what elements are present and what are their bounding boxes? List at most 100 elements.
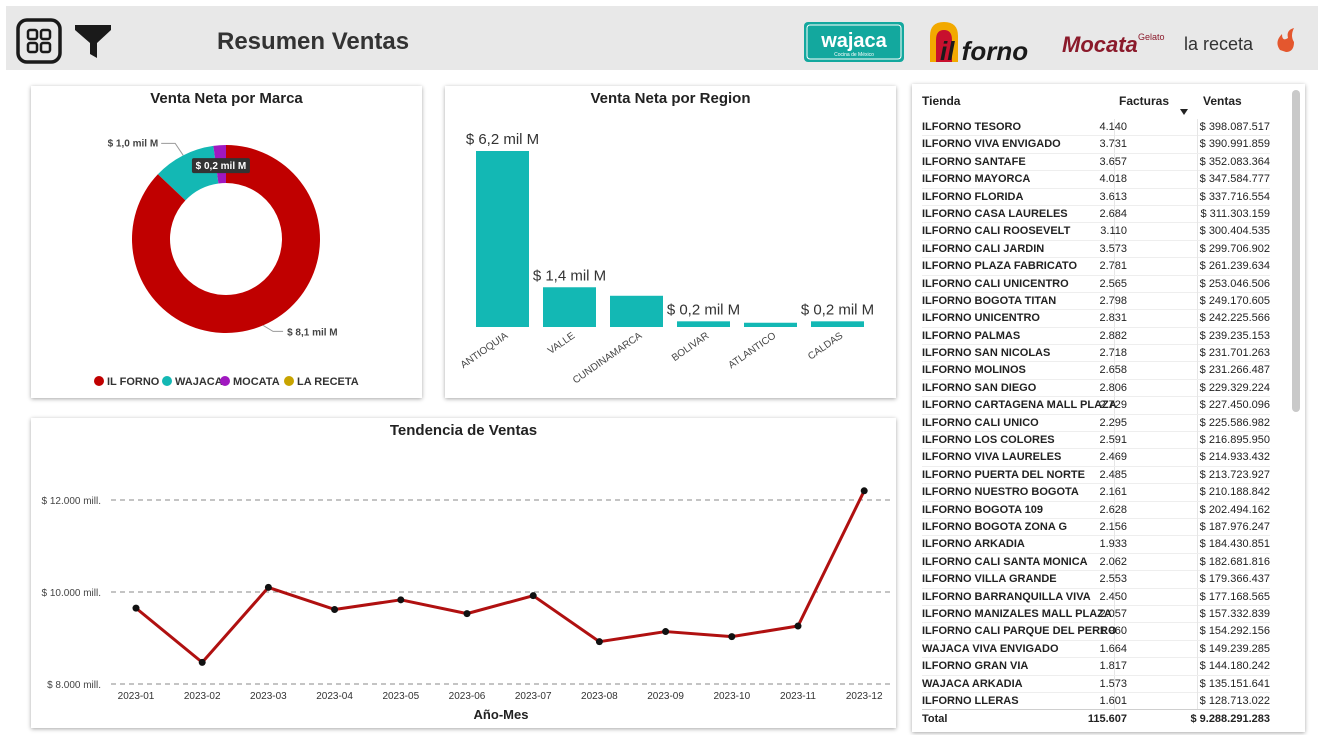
table-row[interactable]: ILFORNO BOGOTA TITAN 2.798 $ 249.170.605	[922, 292, 1270, 311]
cell-tienda: ILFORNO MAYORCA	[922, 173, 1031, 186]
cell-ventas: $ 253.046.506	[1199, 277, 1270, 290]
cell-facturas: 2.628	[1099, 503, 1127, 516]
cell-ventas: $ 214.933.432	[1199, 451, 1270, 464]
table-row[interactable]: ILFORNO NUESTRO BOGOTA 2.161 $ 210.188.842	[922, 484, 1270, 502]
cell-tienda: ILFORNO CALI PARQUE DEL PERRO	[922, 625, 1117, 638]
data-point-2023-02[interactable]	[198, 658, 206, 666]
table-row[interactable]: WAJACA ARKADIA 1.573 $ 135.151.641	[922, 675, 1270, 693]
brand-donut-chart[interactable]: $ 8,1 mil M $ 1,0 mil M $ 0,2 mil M IL FORN…	[31, 86, 422, 398]
legend-label-wajaca[interactable]: WAJACA	[175, 376, 223, 388]
table-row[interactable]: ILFORNO SAN NICOLAS 2.718 $ 231.701.263	[922, 345, 1270, 363]
data-point-2023-09[interactable]	[662, 628, 670, 636]
data-point-2023-10[interactable]	[728, 633, 736, 641]
table-row[interactable]: ILFORNO MANIZALES MALL PLAZA 2.057 $ 157.3…	[922, 605, 1270, 624]
data-point-2023-05[interactable]	[397, 596, 405, 604]
table-row[interactable]: ILFORNO BARRANQUILLA VIVA 2.450 $ 177.168.…	[922, 588, 1270, 606]
table-row[interactable]: ILFORNO CARTAGENA MALL PLAZA 2.729 $ 227.4…	[922, 397, 1270, 415]
table-row[interactable]: ILFORNO LOS COLORES 2.591 $ 216.895.950	[922, 432, 1270, 450]
table-row[interactable]: ILFORNO PALMAS 2.882 $ 239.235.153	[922, 327, 1270, 346]
table-row[interactable]: ILFORNO PUERTA DEL NORTE 2.485 $ 213.723.9…	[922, 466, 1270, 485]
bar-bolivar[interactable]	[677, 321, 730, 327]
table-row[interactable]: ILFORNO LLERAS 1.601 $ 128.713.022	[922, 692, 1270, 711]
cell-facturas: 2.718	[1099, 347, 1127, 360]
data-point-2023-08[interactable]	[595, 638, 603, 646]
data-point-2023-07[interactable]	[529, 592, 537, 600]
bar-antioquia[interactable]	[476, 151, 529, 327]
x-tick-antioquia: ANTIOQUIA	[459, 330, 511, 371]
table-row[interactable]: ILFORNO TESORO 4.140 $ 398.087.517	[922, 119, 1270, 137]
cell-ventas: $ 157.332.839	[1199, 607, 1270, 620]
bar-value-label-caldas: $ 0,2 mil M	[801, 301, 874, 318]
bar-atlantico[interactable]	[744, 322, 797, 327]
table-row[interactable]: ILFORNO MAYORCA 4.018 $ 347.584.777	[922, 171, 1270, 189]
cell-tienda: ILFORNO SANTAFE	[922, 155, 1026, 168]
table-row[interactable]: WAJACA VIVA ENVIGADO 1.664 $ 149.239.285	[922, 640, 1270, 659]
slice-label-wajaca: $ 1,0 mil M	[108, 138, 159, 149]
x-tick-atlantico: ATLANTICO	[727, 330, 779, 371]
data-point-2023-03[interactable]	[264, 583, 272, 591]
data-point-2023-01[interactable]	[132, 604, 140, 612]
wajaca-logo[interactable]: wajaca Cocina de México	[804, 20, 904, 64]
table-row[interactable]: ILFORNO CASA LAURELES 2.684 $ 311.303.159	[922, 205, 1270, 224]
table-row[interactable]: ILFORNO CALI UNICENTRO 2.565 $ 253.046.506	[922, 275, 1270, 293]
table-row[interactable]: ILFORNO PLAZA FABRICATO 2.781 $ 261.239.63…	[922, 258, 1270, 276]
table-row[interactable]: ILFORNO CALI SANTA MONICA 2.062 $ 182.681.…	[922, 553, 1270, 572]
cell-facturas: 3.731	[1099, 138, 1127, 151]
table-row[interactable]: ILFORNO BOGOTA ZONA G 2.156 $ 187.976.247	[922, 518, 1270, 537]
cell-ventas: $ 227.450.096	[1199, 399, 1270, 412]
trend-line-chart[interactable]: $ 12.000 mill. $ 10.000 mill. $ 8.000 mill…	[31, 418, 896, 728]
col-header-tienda[interactable]: Tienda	[922, 94, 960, 108]
filter-icon	[75, 25, 111, 58]
table-row[interactable]: ILFORNO SANTAFE 3.657 $ 352.083.364	[922, 153, 1270, 172]
cell-tienda: ILFORNO LOS COLORES	[922, 434, 1055, 447]
legend-label-mocata[interactable]: MOCATA	[233, 376, 280, 388]
table-row[interactable]: ILFORNO ARKADIA 1.933 $ 184.430.851	[922, 536, 1270, 554]
visual-grid-button[interactable]	[16, 18, 62, 64]
table-row[interactable]: ILFORNO VILLA GRANDE 2.553 $ 179.366.437	[922, 571, 1270, 589]
cell-tienda: ILFORNO CALI JARDIN	[922, 242, 1045, 255]
data-point-2023-06[interactable]	[463, 610, 471, 618]
data-point-2023-04[interactable]	[331, 605, 339, 613]
legend-label-il-forno[interactable]: IL FORNO	[107, 376, 160, 388]
cell-ventas: $ 128.713.022	[1199, 694, 1270, 707]
il-forno-logo[interactable]: il forno	[926, 20, 1038, 64]
data-point-2023-12[interactable]	[860, 487, 868, 495]
bar-caldas[interactable]	[811, 321, 864, 327]
cell-ventas: $ 231.701.263	[1199, 347, 1270, 360]
la-receta-logo[interactable]: la receta	[1182, 20, 1300, 64]
table-row[interactable]: ILFORNO CALI UNICO 2.295 $ 225.586.982	[922, 414, 1270, 433]
table-row[interactable]: ILFORNO UNICENTRO 2.831 $ 242.225.566	[922, 310, 1270, 328]
col-header-ventas[interactable]: Ventas	[1203, 94, 1242, 108]
cell-ventas: $ 337.716.554	[1199, 190, 1270, 203]
data-point-2023-11[interactable]	[794, 622, 802, 630]
table-row[interactable]: ILFORNO CALI JARDIN 3.573 $ 299.706.902	[922, 240, 1270, 259]
table-row[interactable]: ILFORNO CALI PARQUE DEL PERRO 1.960 $ 154.…	[922, 623, 1270, 641]
trend-line[interactable]	[135, 490, 866, 664]
table-row[interactable]: ILFORNO VIVA ENVIGADO 3.731 $ 390.991.859	[922, 136, 1270, 154]
table-row[interactable]: ILFORNO SAN DIEGO 2.806 $ 229.329.224	[922, 379, 1270, 398]
table-row[interactable]: ILFORNO MOLINOS 2.658 $ 231.266.487	[922, 362, 1270, 380]
x-tick-caldas: CALDAS	[806, 330, 845, 362]
header-bar: Resumen Ventas wajaca Cocina de México i…	[6, 6, 1318, 70]
table-scrollbar[interactable]	[1292, 90, 1300, 412]
bar-cundinamarca[interactable]	[610, 295, 663, 327]
x-tick-2023-08: 2023-08	[581, 691, 618, 702]
bar-valle[interactable]	[543, 287, 596, 327]
table-row[interactable]: ILFORNO CALI ROOSEVELT 3.110 $ 300.404.535	[922, 223, 1270, 241]
mocata-logo[interactable]: Mocata Gelato	[1058, 20, 1170, 64]
table-row[interactable]: ILFORNO FLORIDA 3.613 $ 337.716.554	[922, 188, 1270, 206]
sort-desc-icon[interactable]	[1179, 108, 1189, 116]
cell-facturas: 2.781	[1099, 260, 1127, 273]
table-row[interactable]: ILFORNO BOGOTA 109 2.628 $ 202.494.162	[922, 501, 1270, 519]
legend-label-la-receta[interactable]: LA RECETA	[297, 376, 359, 388]
cell-facturas: 3.573	[1099, 242, 1127, 255]
table-row[interactable]: ILFORNO VIVA LAURELES 2.469 $ 214.933.432	[922, 449, 1270, 467]
table-row[interactable]: ILFORNO GRAN VIA 1.817 $ 144.180.242	[922, 658, 1270, 676]
cell-tienda: ILFORNO PALMAS	[922, 329, 1021, 342]
cell-ventas: $ 261.239.634	[1199, 260, 1270, 273]
cell-ventas: $ 210.188.842	[1199, 486, 1270, 499]
filter-button[interactable]	[70, 18, 116, 64]
col-header-facturas[interactable]: Facturas	[1119, 94, 1169, 108]
cell-ventas: $ 216.895.950	[1199, 434, 1270, 447]
region-bar-chart[interactable]: $ 6,2 mil M ANTIOQUIA $ 1,4 mil M VALLECUND…	[445, 86, 896, 398]
